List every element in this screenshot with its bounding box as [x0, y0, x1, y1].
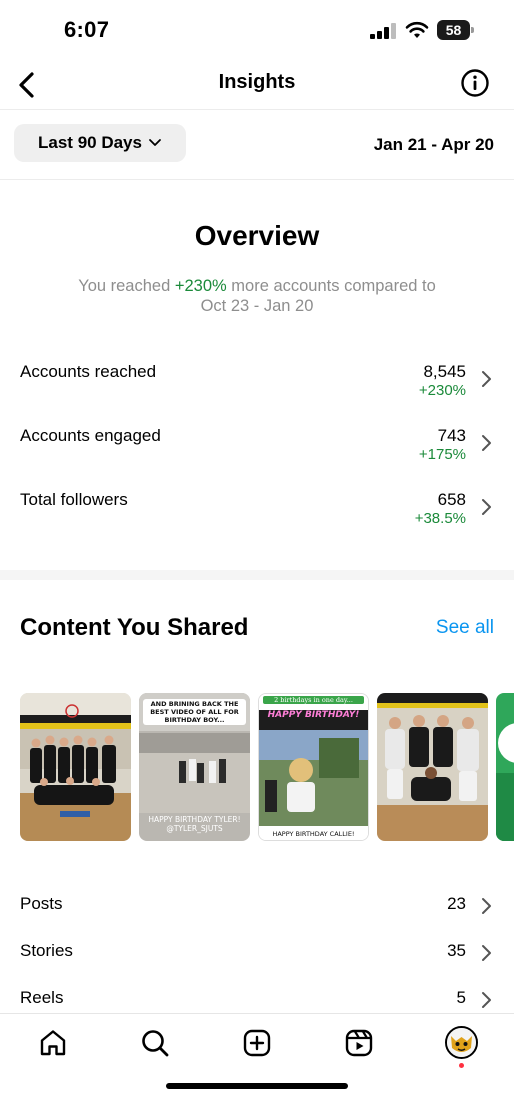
info-icon[interactable] — [460, 68, 490, 98]
cellular-signal-icon — [370, 23, 396, 39]
content-thumbnail[interactable]: 2 birthdays in one day... HAPPY BIRTHDAY… — [258, 693, 369, 841]
reels-icon[interactable] — [344, 1028, 374, 1058]
summary-suffix: more accounts compared to — [226, 277, 436, 295]
metric-change: +230% — [418, 382, 466, 399]
metric-row-accounts-engaged[interactable]: Accounts engaged 743 +175% — [0, 426, 514, 482]
summary-change: +230% — [174, 277, 227, 295]
chevron-right-icon — [482, 992, 491, 1008]
thumbnail-caption-title: HAPPY BIRTHDAY! — [267, 710, 360, 720]
list-label: Stories — [20, 941, 73, 960]
period-dropdown[interactable]: Last 90 Days — [14, 124, 186, 162]
chevron-right-icon — [482, 898, 491, 914]
battery-icon: 58 — [437, 20, 475, 40]
metric-change: +38.5% — [414, 510, 466, 527]
metric-row-total-followers[interactable]: Total followers 658 +38.5% — [0, 490, 514, 546]
nav-header: Insights — [0, 62, 514, 110]
list-row-stories[interactable]: Stories 35 — [0, 933, 514, 973]
home-indicator — [166, 1083, 348, 1089]
metric-label: Total followers — [20, 490, 128, 509]
bottom-tab-bar — [0, 1013, 514, 1112]
status-bar: 6:07 58 — [0, 0, 514, 62]
status-time: 6:07 — [64, 17, 110, 42]
overview-summary: You reached +230% more accounts compared… — [40, 276, 474, 316]
avatar — [447, 1028, 476, 1057]
period-label: Last 90 Days — [38, 133, 142, 152]
metric-value: 743 — [437, 426, 466, 445]
section-divider — [0, 570, 514, 580]
chevron-down-icon — [149, 139, 161, 146]
list-row-posts[interactable]: Posts 23 — [0, 886, 514, 926]
thumbnail-caption-bottom: HAPPY BIRTHDAY TYLER! @TYLER_SJUTS — [148, 815, 241, 833]
wifi-icon — [405, 21, 429, 38]
chevron-right-icon — [482, 945, 491, 961]
summary-prefix: You reached — [78, 277, 175, 295]
content-thumbnails: AND BRINING BACK THE BEST VIDEO OF ALL F… — [20, 693, 514, 841]
list-value: 35 — [447, 941, 466, 960]
metric-value: 658 — [437, 490, 466, 509]
list-value: 23 — [447, 894, 466, 913]
thumbnail-caption-top: AND BRINING BACK THE BEST VIDEO OF ALL F… — [143, 699, 246, 725]
search-icon[interactable] — [140, 1028, 170, 1058]
date-filter-row: Last 90 Days Jan 21 - Apr 20 — [0, 110, 514, 180]
metric-label: Accounts reached — [20, 362, 157, 381]
thumbnail-caption-top: 2 birthdays in one day... — [263, 696, 364, 704]
chevron-right-icon — [482, 499, 491, 515]
home-icon[interactable] — [38, 1028, 68, 1058]
content-thumbnail[interactable]: AND BRINING BACK THE BEST VIDEO OF ALL F… — [139, 693, 250, 841]
summary-period: Oct 23 - Jan 20 — [200, 297, 314, 315]
chevron-right-icon — [482, 435, 491, 451]
thumbnail-caption-bottom: HAPPY BIRTHDAY CALLIE! — [272, 830, 355, 838]
notification-dot — [459, 1063, 464, 1068]
page-title: Insights — [218, 71, 296, 93]
content-thumbnail[interactable] — [20, 693, 131, 841]
list-value: 5 — [456, 988, 466, 1007]
date-range: Jan 21 - Apr 20 — [373, 135, 494, 154]
chevron-right-icon — [482, 371, 491, 387]
overview-title: Overview — [194, 220, 320, 251]
metric-row-accounts-reached[interactable]: Accounts reached 8,545 +230% — [0, 362, 514, 418]
profile-avatar[interactable] — [445, 1026, 478, 1059]
content-thumbnail[interactable] — [496, 693, 514, 841]
content-section-title: Content You Shared — [20, 614, 249, 641]
metric-change: +175% — [418, 446, 466, 463]
metric-value: 8,545 — [423, 362, 466, 381]
see-all-link[interactable]: See all — [436, 617, 494, 639]
list-label: Posts — [20, 894, 63, 913]
metric-label: Accounts engaged — [20, 426, 161, 445]
content-thumbnail[interactable] — [377, 693, 488, 841]
create-post-icon[interactable] — [242, 1028, 272, 1058]
list-label: Reels — [20, 988, 64, 1007]
battery-level: 58 — [437, 20, 470, 40]
